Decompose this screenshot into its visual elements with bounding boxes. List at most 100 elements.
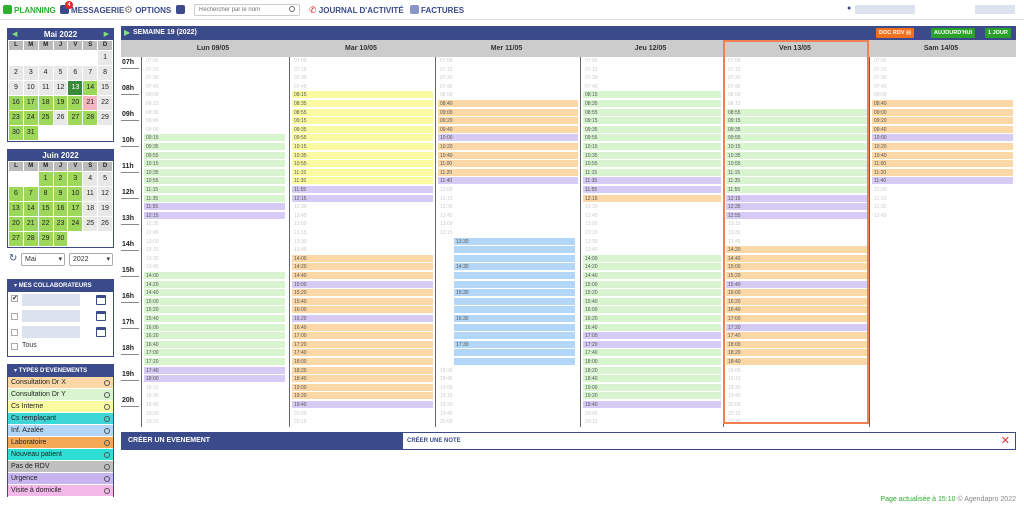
appointment-slot[interactable]: 18:00	[292, 358, 433, 366]
appointment-slot[interactable]: 15:40	[292, 297, 433, 306]
calendar-day[interactable]: 2	[53, 172, 68, 186]
time-slot-free[interactable]: 07:00	[726, 57, 867, 65]
appointment-slot[interactable]: 15:40	[144, 315, 285, 323]
appointment-slot[interactable]: 16:30	[454, 315, 575, 323]
calendar-day[interactable]: 18	[83, 202, 98, 216]
appointment-slot[interactable]: 14:20	[726, 246, 867, 255]
appointment-slot[interactable]: 17:20	[292, 340, 433, 349]
day-column[interactable]: 07:00 07:15 07:30 07:45 08:00 08:40 09:00 09:20…	[869, 57, 1013, 427]
time-slot-free[interactable]: 09:00	[144, 126, 285, 134]
appointment-slot[interactable]: 15:00	[726, 263, 867, 272]
time-slot-free[interactable]: 13:00	[583, 220, 721, 229]
calendar-day[interactable]: 25	[38, 111, 53, 125]
nav-planning[interactable]: PLANNING	[3, 5, 56, 15]
nav-journal[interactable]: ✆ JOURNAL D'ACTIVITÉ	[309, 5, 404, 16]
appointment-slot[interactable]: 11:15	[144, 186, 285, 194]
time-slot-free[interactable]: 07:30	[438, 74, 578, 83]
calendar-day[interactable]: 20	[9, 217, 23, 231]
time-slot-free[interactable]: 12:45	[438, 212, 578, 220]
time-slot-free[interactable]: 12:45	[292, 212, 433, 220]
time-slot-free[interactable]: 08:45	[144, 117, 285, 126]
appointment-slot[interactable]: 11:20	[438, 168, 578, 177]
appointment-slot[interactable]: 12:55	[726, 211, 867, 220]
next-month-icon[interactable]: ▶	[104, 29, 109, 40]
day-header[interactable]: Lun 09/05	[141, 45, 285, 52]
appointment-slot[interactable]: 10:55	[144, 177, 285, 186]
appointment-slot[interactable]: 17:30	[454, 340, 575, 349]
calendar-day[interactable]: 18	[38, 96, 53, 110]
appointment-slot[interactable]: 09:40	[438, 125, 578, 134]
search-icon[interactable]	[289, 6, 295, 12]
appointment-slot[interactable]: 14:40	[726, 254, 867, 263]
calendar-day[interactable]: 9	[9, 81, 23, 95]
appointment-slot[interactable]: 16:40	[292, 323, 433, 332]
appointment-slot[interactable]: 15:30	[454, 289, 575, 298]
calendar-day[interactable]: 22	[98, 96, 112, 110]
time-slot-free[interactable]: 18:15	[144, 384, 285, 392]
event-type-item[interactable]: Consultation Dr X	[8, 377, 113, 389]
calendar-day[interactable]: 26	[98, 217, 112, 231]
appointment-slot[interactable]: 08:15	[292, 91, 433, 100]
calendar-day[interactable]: 6	[9, 187, 23, 201]
appointment-slot[interactable]: 19:20	[292, 392, 433, 401]
time-slot-free[interactable]: 18:45	[438, 375, 578, 384]
time-slot-free[interactable]: 13:00	[144, 238, 285, 246]
appointment-slot[interactable]: 18:40	[726, 358, 867, 366]
appointment-slot[interactable]: 09:40	[872, 125, 1013, 134]
time-slot-free[interactable]: 20:00	[292, 410, 433, 418]
appointment-slot[interactable]: 15:20	[292, 289, 433, 298]
prev-month-icon[interactable]: ◀	[12, 29, 17, 40]
search-icon[interactable]	[104, 464, 110, 470]
appointment-slot[interactable]: 14:40	[583, 272, 721, 280]
calendar-day[interactable]: 5	[53, 66, 68, 80]
appointment-slot[interactable]: 12:15	[583, 194, 721, 203]
appointment-slot[interactable]: 11:35	[726, 177, 867, 186]
time-slot-free[interactable]: 08:30	[144, 109, 285, 117]
time-slot-free[interactable]: 13:15	[726, 220, 867, 229]
time-slot-free[interactable]: 07:00	[872, 57, 1013, 65]
appointment-slot[interactable]: 19:40	[292, 401, 433, 409]
appointment-slot[interactable]: 17:40	[144, 366, 285, 375]
time-slot-free[interactable]: 12:00	[872, 186, 1013, 194]
search-icon[interactable]	[104, 404, 110, 410]
calendar-day[interactable]: 10	[68, 187, 83, 201]
calendar-icon[interactable]	[96, 327, 106, 337]
appointment-slot[interactable]: 09:15	[292, 117, 433, 126]
appointment-slot[interactable]: 17:00	[726, 315, 867, 323]
appointment-slot[interactable]: 15:20	[583, 289, 721, 298]
time-slot-free[interactable]: 20:00	[438, 418, 578, 427]
calendar-day[interactable]: 13	[68, 81, 83, 95]
appointment-slot[interactable]	[454, 272, 575, 280]
appointment-slot[interactable]: 14:20	[292, 263, 433, 272]
calendar-day[interactable]: 14	[83, 81, 98, 95]
time-slot-free[interactable]: 08:15	[144, 100, 285, 108]
time-slot-free[interactable]: 12:15	[872, 195, 1013, 203]
appointment-slot[interactable]: 19:00	[292, 383, 433, 392]
time-slot-free[interactable]: 13:45	[583, 246, 721, 255]
time-slot-free[interactable]: 19:00	[144, 410, 285, 418]
appointment-slot[interactable]: 19:40	[583, 401, 721, 409]
appointment-slot[interactable]: 11:55	[144, 203, 285, 212]
appointment-slot[interactable]: 11:40	[438, 177, 578, 186]
time-slot-free[interactable]: 20:15	[583, 418, 721, 427]
calendar-day[interactable]: 11	[38, 81, 53, 95]
time-slot-free[interactable]: 07:45	[872, 83, 1013, 91]
appointment-slot[interactable]: 10:40	[438, 151, 578, 160]
appointment-slot[interactable]: 17:20	[726, 323, 867, 332]
appointment-slot[interactable]: 12:15	[292, 194, 433, 203]
calendar-day[interactable]: 29	[38, 232, 53, 246]
one-day-button[interactable]: 1 JOUR	[985, 28, 1011, 38]
appointment-slot[interactable]: 10:20	[872, 143, 1013, 151]
collaborator-all-row[interactable]: Tous	[8, 340, 113, 352]
calendar-day[interactable]: 15	[38, 202, 53, 216]
time-slot-free[interactable]: 19:30	[726, 384, 867, 392]
appointment-slot[interactable]	[454, 323, 575, 332]
calendar-day[interactable]: 31	[23, 126, 38, 140]
calendar-day[interactable]: 6	[68, 66, 83, 80]
appointment-slot[interactable]: 14:00	[583, 254, 721, 263]
time-slot-free[interactable]: 07:30	[144, 74, 285, 83]
appointment-slot[interactable]: 16:20	[583, 315, 721, 323]
event-type-item[interactable]: Pas de RDV	[8, 461, 113, 473]
appointment-slot[interactable]	[454, 358, 575, 366]
calendar-day[interactable]: 30	[53, 232, 68, 246]
